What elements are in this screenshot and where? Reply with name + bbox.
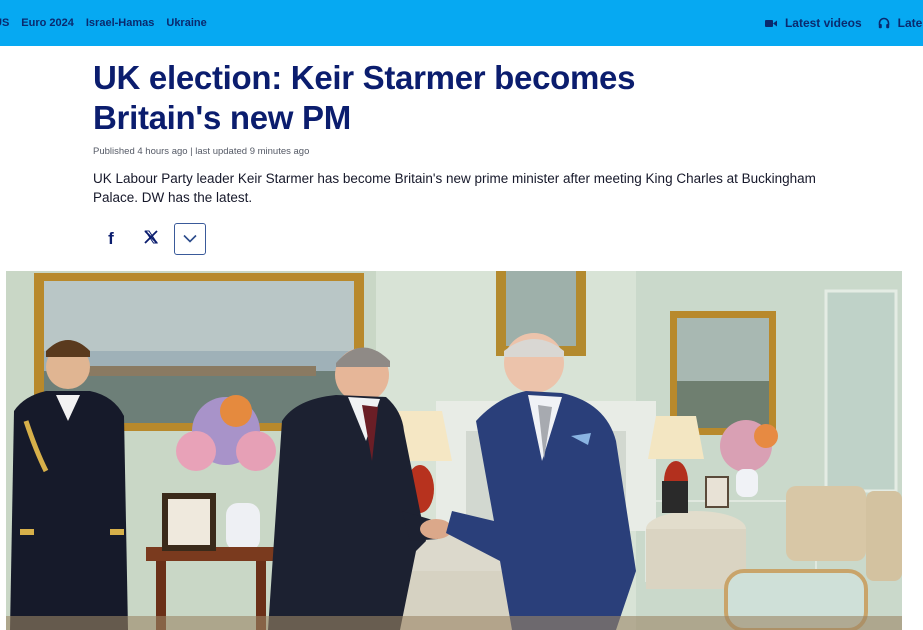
nav-item-ukraine[interactable]: Ukraine xyxy=(166,17,206,29)
article-headline: UK election: Keir Starmer becomes Britai… xyxy=(93,58,853,138)
top-nav-links: US Euro 2024 Israel-Hamas Ukraine xyxy=(0,17,207,29)
chevron-down-icon xyxy=(183,230,197,248)
publish-meta: Published 4 hours ago | last updated 9 m… xyxy=(93,146,310,157)
x-icon xyxy=(143,229,159,250)
article-lead: UK Labour Party leader Keir Starmer has … xyxy=(93,171,816,205)
hero-photo-illustration xyxy=(6,271,902,630)
nav-item-euro-2024[interactable]: Euro 2024 xyxy=(21,17,74,29)
latest-videos-label: Latest videos xyxy=(784,16,862,30)
share-bar: f xyxy=(100,223,206,255)
facebook-share-button[interactable]: f xyxy=(100,228,122,250)
headline-line-2: Britain's new PM xyxy=(93,99,351,136)
x-share-button[interactable] xyxy=(140,228,162,250)
latest-audio-label: Latest xyxy=(897,16,923,30)
article-header: UK election: Keir Starmer becomes Britai… xyxy=(93,58,853,207)
headphones-icon xyxy=(878,17,890,29)
nav-item-israel-hamas[interactable]: Israel-Hamas xyxy=(86,17,155,29)
nav-item-us[interactable]: US xyxy=(0,17,9,29)
video-camera-icon xyxy=(764,19,777,28)
latest-videos-link[interactable]: Latest videos xyxy=(764,16,862,30)
facebook-icon: f xyxy=(108,229,114,248)
top-navigation-bar: US Euro 2024 Israel-Hamas Ukraine Latest… xyxy=(0,0,923,46)
more-share-options-button[interactable] xyxy=(174,223,206,255)
latest-audio-link[interactable]: Latest xyxy=(878,16,923,30)
headline-line-1: UK election: Keir Starmer becomes xyxy=(93,59,636,96)
article-hero-image xyxy=(6,271,902,630)
top-nav-media-links: Latest videos Latest xyxy=(764,16,923,30)
